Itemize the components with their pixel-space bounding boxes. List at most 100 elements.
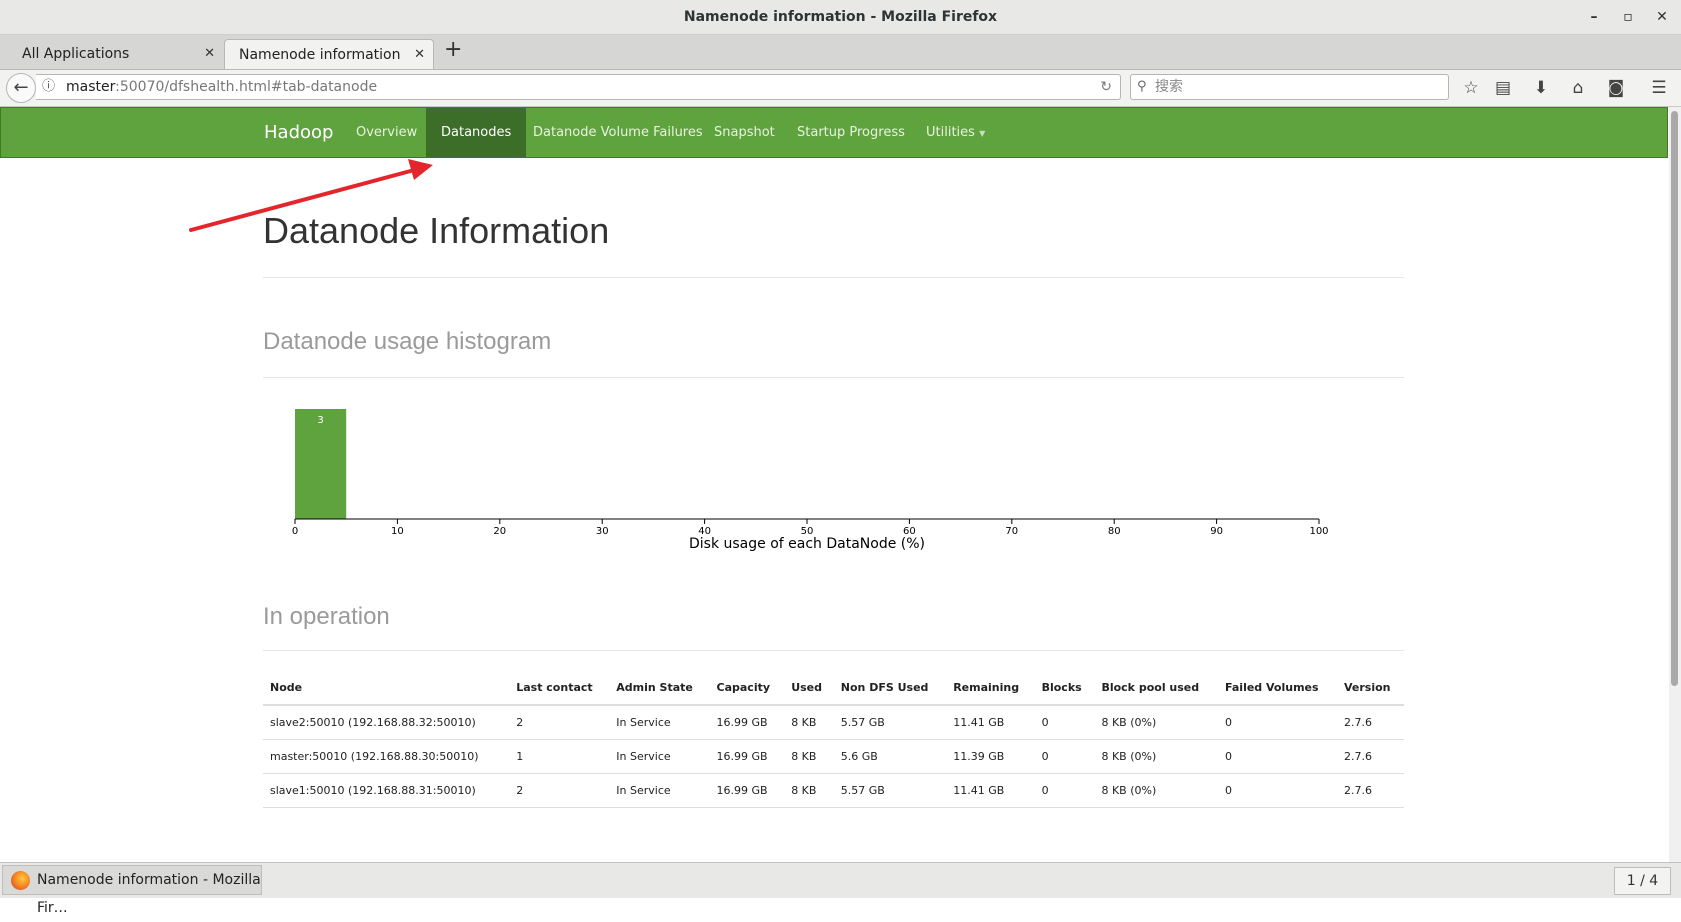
x-tick-label: 90 — [1210, 526, 1223, 537]
new-tab-button[interactable]: + — [444, 37, 462, 62]
table-cell: slave1:50010 (192.168.88.31:50010) — [263, 773, 510, 808]
nav-snapshot[interactable]: Snapshot — [699, 108, 790, 157]
caret-down-icon: ▼ — [979, 129, 986, 138]
url-text: master:50070/dfshealth.html#tab-datanode — [66, 79, 378, 95]
search-icon: ⚲ — [1137, 79, 1147, 94]
window-title: Namenode information - Mozilla Firefox — [683, 9, 998, 25]
table-cell: 2.7.6 — [1336, 739, 1404, 774]
x-tick-label: 70 — [1005, 526, 1018, 537]
table-row: slave1:50010 (192.168.88.31:50010) 2 In Se… — [263, 773, 1404, 808]
tab-namenode-information[interactable]: Namenode information ✕ — [224, 39, 434, 69]
table-cell: 5.57 GB — [833, 773, 947, 808]
column-header: Remaining — [946, 670, 1035, 706]
download-icon[interactable]: ⬇ — [1528, 75, 1554, 101]
table-cell: master:50010 (192.168.88.30:50010) — [263, 739, 510, 774]
nav-startup-progress[interactable]: Startup Progress — [782, 108, 920, 157]
table-cell: 8 KB — [784, 705, 834, 740]
table-cell: 11.39 GB — [946, 739, 1035, 774]
table-cell: 8 KB (0%) — [1094, 705, 1218, 740]
info-icon[interactable]: ⓘ — [42, 75, 55, 99]
table-cell: 0 — [1218, 705, 1337, 740]
column-header: Node — [263, 670, 510, 706]
x-tick-label: 30 — [596, 526, 609, 537]
table-cell: 2 — [509, 705, 610, 740]
maximize-button[interactable]: ▫ — [1611, 0, 1645, 34]
table-cell: 5.6 GB — [833, 739, 947, 774]
column-header: Block pool used — [1094, 670, 1218, 706]
table-cell: 16.99 GB — [709, 773, 785, 808]
in-operation-heading: In operation — [263, 603, 390, 630]
tab-label: Namenode information — [239, 47, 401, 63]
table-cell: In Service — [609, 773, 710, 808]
column-header: Admin State — [609, 670, 710, 706]
divider — [263, 650, 1404, 651]
table-cell: 0 — [1034, 705, 1095, 740]
taskbar-item-label: Namenode information - Mozilla Fir… — [37, 872, 261, 916]
table-cell: In Service — [609, 739, 710, 774]
x-tick-label: 0 — [292, 526, 298, 537]
column-header: Capacity — [709, 670, 785, 706]
tab-close-icon[interactable]: ✕ — [414, 40, 425, 70]
star-icon[interactable]: ☆ — [1458, 75, 1484, 101]
url-bar[interactable]: ⓘ master:50070/dfshealth.html#tab-datano… — [36, 74, 1121, 100]
table-cell: 0 — [1218, 773, 1337, 808]
column-header: Last contact — [509, 670, 610, 706]
table-cell: 11.41 GB — [946, 773, 1035, 808]
page-scrollbar[interactable] — [1669, 107, 1681, 862]
nav-datanode-volume-failures[interactable]: Datanode Volume Failures — [518, 108, 718, 157]
table-row: slave2:50010 (192.168.88.32:50010) 2 In Se… — [263, 705, 1404, 740]
nav-utilities[interactable]: Utilities ▼ — [911, 108, 1000, 157]
browser-navbar: ← ⓘ master:50070/dfshealth.html#tab-data… — [0, 70, 1681, 107]
table-cell: 2.7.6 — [1336, 705, 1404, 740]
column-header: Used — [784, 670, 834, 706]
window-title-bar: Namenode information - Mozilla Firefox –… — [0, 0, 1681, 35]
taskbar-firefox-item[interactable]: Namenode information - Mozilla Fir… — [2, 865, 262, 916]
x-tick-label: 10 — [391, 526, 404, 537]
column-header: Blocks — [1034, 670, 1095, 706]
pocket-icon[interactable]: ◙ — [1603, 75, 1629, 101]
menu-icon[interactable]: ☰ — [1646, 75, 1672, 101]
home-icon[interactable]: ⌂ — [1565, 75, 1591, 101]
scroll-thumb[interactable] — [1671, 111, 1678, 686]
x-axis-label: Disk usage of each DataNode (%) — [689, 536, 925, 552]
firefox-icon — [11, 871, 30, 890]
divider — [263, 277, 1404, 278]
table-cell: 11.41 GB — [946, 705, 1035, 740]
column-header: Non DFS Used — [833, 670, 947, 706]
table-cell: 8 KB (0%) — [1094, 773, 1218, 808]
table-cell: 0 — [1034, 739, 1095, 774]
table-cell: 2.7.6 — [1336, 773, 1404, 808]
table-header-row: Node Last contact Admin State Capacity Used N… — [263, 670, 1404, 706]
x-tick-label: 100 — [1309, 526, 1328, 537]
search-placeholder: 搜索 — [1155, 79, 1183, 95]
tab-label: All Applications — [22, 46, 130, 62]
table-cell: 2 — [509, 773, 610, 808]
reading-list-icon[interactable]: ▤ — [1490, 75, 1516, 101]
reload-icon[interactable]: ↻ — [1100, 75, 1112, 99]
tab-strip: All Applications ✕ Namenode information … — [0, 35, 1681, 70]
close-window-button[interactable]: ✕ — [1645, 0, 1679, 34]
histogram-heading: Datanode usage histogram — [263, 328, 552, 355]
tab-all-applications[interactable]: All Applications ✕ — [8, 39, 223, 69]
usage-histogram: 30 10 20 30 40 50 60 70 80 90 100Disk usage of eac… — [292, 409, 1329, 552]
x-tick-label: 80 — [1108, 526, 1121, 537]
datanode-table: Node Last contact Admin State Capacity Used N… — [263, 670, 1404, 808]
workspace-pager[interactable]: 1 / 4 — [1614, 867, 1671, 895]
table-cell: 1 — [509, 739, 610, 774]
back-button[interactable]: ← — [6, 73, 36, 103]
bar-count-label: 3 — [317, 415, 323, 426]
minimize-button[interactable]: – — [1577, 0, 1611, 34]
column-header: Failed Volumes — [1218, 670, 1337, 706]
table-cell: slave2:50010 (192.168.88.32:50010) — [263, 705, 510, 740]
column-header: Version — [1336, 670, 1404, 706]
x-tick-label: 20 — [493, 526, 506, 537]
table-cell: 16.99 GB — [709, 739, 785, 774]
table-cell: 16.99 GB — [709, 705, 785, 740]
tab-close-icon[interactable]: ✕ — [204, 39, 215, 69]
table-cell: 8 KB — [784, 739, 834, 774]
page-title: Datanode Information — [263, 210, 610, 251]
search-input[interactable]: ⚲ 搜索 — [1130, 74, 1449, 100]
taskbar: Namenode information - Mozilla Fir… 1 / … — [0, 862, 1681, 916]
table-cell: 0 — [1218, 739, 1337, 774]
table-cell: 5.57 GB — [833, 705, 947, 740]
